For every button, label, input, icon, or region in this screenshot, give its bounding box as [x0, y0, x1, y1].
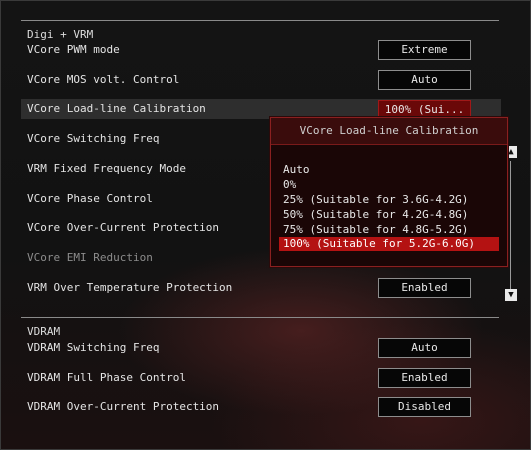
load-line-calibration-dropdown: VCore Load-line Calibration Auto 0% 25% …: [270, 117, 508, 267]
row-label: VCore Load-line Calibration: [27, 102, 206, 115]
dropdown-option-25-percent[interactable]: 25% (Suitable for 3.6G-4.2G): [279, 193, 499, 207]
row-label: VCore EMI Reduction: [27, 251, 153, 264]
row-label: VDRAM Full Phase Control: [27, 371, 186, 384]
row-vdram-full-phase-control[interactable]: VDRAM Full Phase Control Enabled: [21, 368, 501, 388]
row-vcore-load-line-calibration[interactable]: VCore Load-line Calibration 100% (Sui...: [21, 99, 501, 120]
row-label: VRM Fixed Frequency Mode: [27, 162, 186, 175]
scrollbar-track[interactable]: [510, 161, 511, 289]
value-vdram-over-current-protection[interactable]: Disabled: [378, 397, 471, 417]
value-vcore-pwm-mode[interactable]: Extreme: [378, 40, 471, 60]
row-label: VCore Phase Control: [27, 192, 153, 205]
dropdown-option-100-percent[interactable]: 100% (Suitable for 5.2G-6.0G): [279, 237, 499, 251]
top-divider: [21, 20, 499, 21]
dropdown-option-auto[interactable]: Auto: [279, 163, 499, 177]
row-label: VCore PWM mode: [27, 43, 120, 56]
value-vdram-full-phase-control[interactable]: Enabled: [378, 368, 471, 388]
value-vcore-mos-volt-control[interactable]: Auto: [378, 70, 471, 90]
dropdown-option-50-percent[interactable]: 50% (Suitable for 4.2G-4.8G): [279, 208, 499, 222]
row-label: VDRAM Over-Current Protection: [27, 400, 220, 413]
scroll-down-icon[interactable]: ▼: [505, 289, 517, 301]
bios-settings-window: Digi + VRM VCore PWM mode Extreme VCore …: [0, 0, 531, 450]
dropdown-option-0-percent[interactable]: 0%: [279, 178, 499, 192]
vdram-divider: [21, 317, 499, 318]
row-label: VCore MOS volt. Control: [27, 73, 180, 86]
section-label-vdram: VDRAM: [27, 325, 61, 338]
row-vdram-switching-freq[interactable]: VDRAM Switching Freq Auto: [21, 338, 501, 358]
row-label: VCore Switching Freq: [27, 132, 160, 145]
row-vcore-pwm-mode[interactable]: VCore PWM mode Extreme: [21, 40, 501, 60]
row-vdram-over-current-protection[interactable]: VDRAM Over-Current Protection Disabled: [21, 397, 501, 417]
row-label: VRM Over Temperature Protection: [27, 281, 233, 294]
dropdown-title: VCore Load-line Calibration: [271, 118, 507, 145]
dropdown-option-75-percent[interactable]: 75% (Suitable for 4.8G-5.2G): [279, 223, 499, 237]
value-vdram-switching-freq[interactable]: Auto: [378, 338, 471, 358]
row-label: VDRAM Switching Freq: [27, 341, 160, 354]
value-vrm-over-temperature-protection[interactable]: Enabled: [378, 278, 471, 298]
row-vrm-over-temperature-protection[interactable]: VRM Over Temperature Protection Enabled: [21, 278, 501, 298]
row-label: VCore Over-Current Protection: [27, 221, 220, 234]
row-vcore-mos-volt-control[interactable]: VCore MOS volt. Control Auto: [21, 70, 501, 90]
